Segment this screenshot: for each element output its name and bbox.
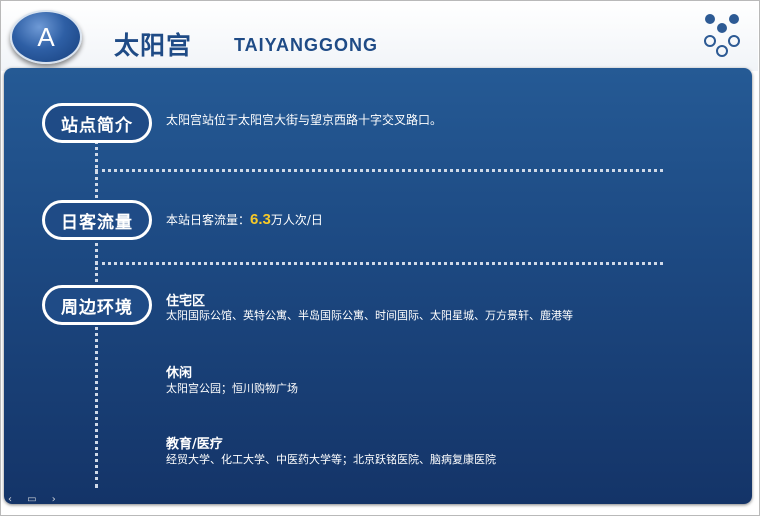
station-title-zh: 太阳宫 xyxy=(114,31,193,60)
slide-nav-icons[interactable]: ‹ ▭ › xyxy=(8,494,62,505)
pill-daily-flow: 日客流量 xyxy=(42,200,152,240)
station-title-en: TAIYANGGONG xyxy=(234,35,379,55)
station-intro-text: 太阳宫站位于太阳宫大街与望京西路十字交叉路口。 xyxy=(166,113,443,127)
logo-dots-icon xyxy=(704,14,740,57)
daily-flow-text: 本站日客流量：6.3万人次/日 xyxy=(166,211,323,228)
pill-station-intro: 站点简介 xyxy=(42,103,152,143)
group-title-leisure: 休闲 xyxy=(166,366,193,381)
group-text-residential: 太阳国际公馆、英特公寓、半岛国际公寓、时间国际、太阳星城、万方景轩、鹿港等 xyxy=(166,309,573,322)
group-title-education-medical: 教育/医疗 xyxy=(166,437,223,452)
daily-flow-value: 6.3 xyxy=(250,211,271,228)
group-text-education-medical: 经贸大学、化工大学、中医药大学等；北京跃铭医院、脑病复康医院 xyxy=(166,453,496,466)
exit-badge: A xyxy=(10,10,82,64)
section-divider xyxy=(95,169,663,172)
badge-letter: A xyxy=(37,21,55,52)
pill-surroundings: 周边环境 xyxy=(42,285,152,325)
group-text-leisure: 太阳宫公园；恒川购物广场 xyxy=(166,382,298,395)
daily-flow-prefix: 本站日客流量： xyxy=(166,213,251,227)
section-divider xyxy=(95,262,663,265)
daily-flow-suffix: 万人次/日 xyxy=(270,213,323,227)
